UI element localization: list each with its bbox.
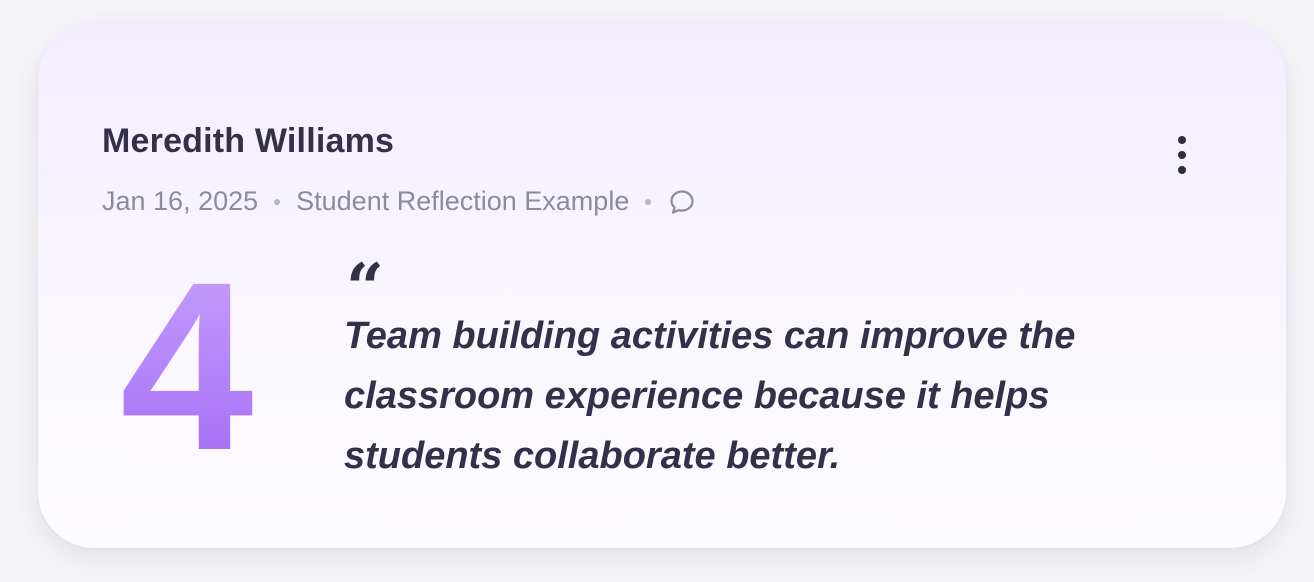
post-date: Jan 16, 2025: [102, 186, 259, 216]
comment-bubble-icon[interactable]: [667, 187, 697, 217]
separator-dot: [645, 198, 652, 205]
score-number: 4: [120, 246, 280, 486]
reflection-quote: Team building activities can improve the…: [344, 315, 1076, 477]
separator-dot: [274, 198, 281, 205]
more-options-button[interactable]: [1164, 132, 1200, 178]
more-vertical-icon: [1178, 136, 1186, 144]
reflection-card: Meredith Williams Jan 16, 2025 Student R…: [38, 22, 1286, 548]
author-name: Meredith Williams: [102, 122, 395, 160]
category-label: Student Reflection Example: [296, 186, 630, 216]
card-meta: Jan 16, 2025 Student Reflection Example: [102, 186, 697, 217]
